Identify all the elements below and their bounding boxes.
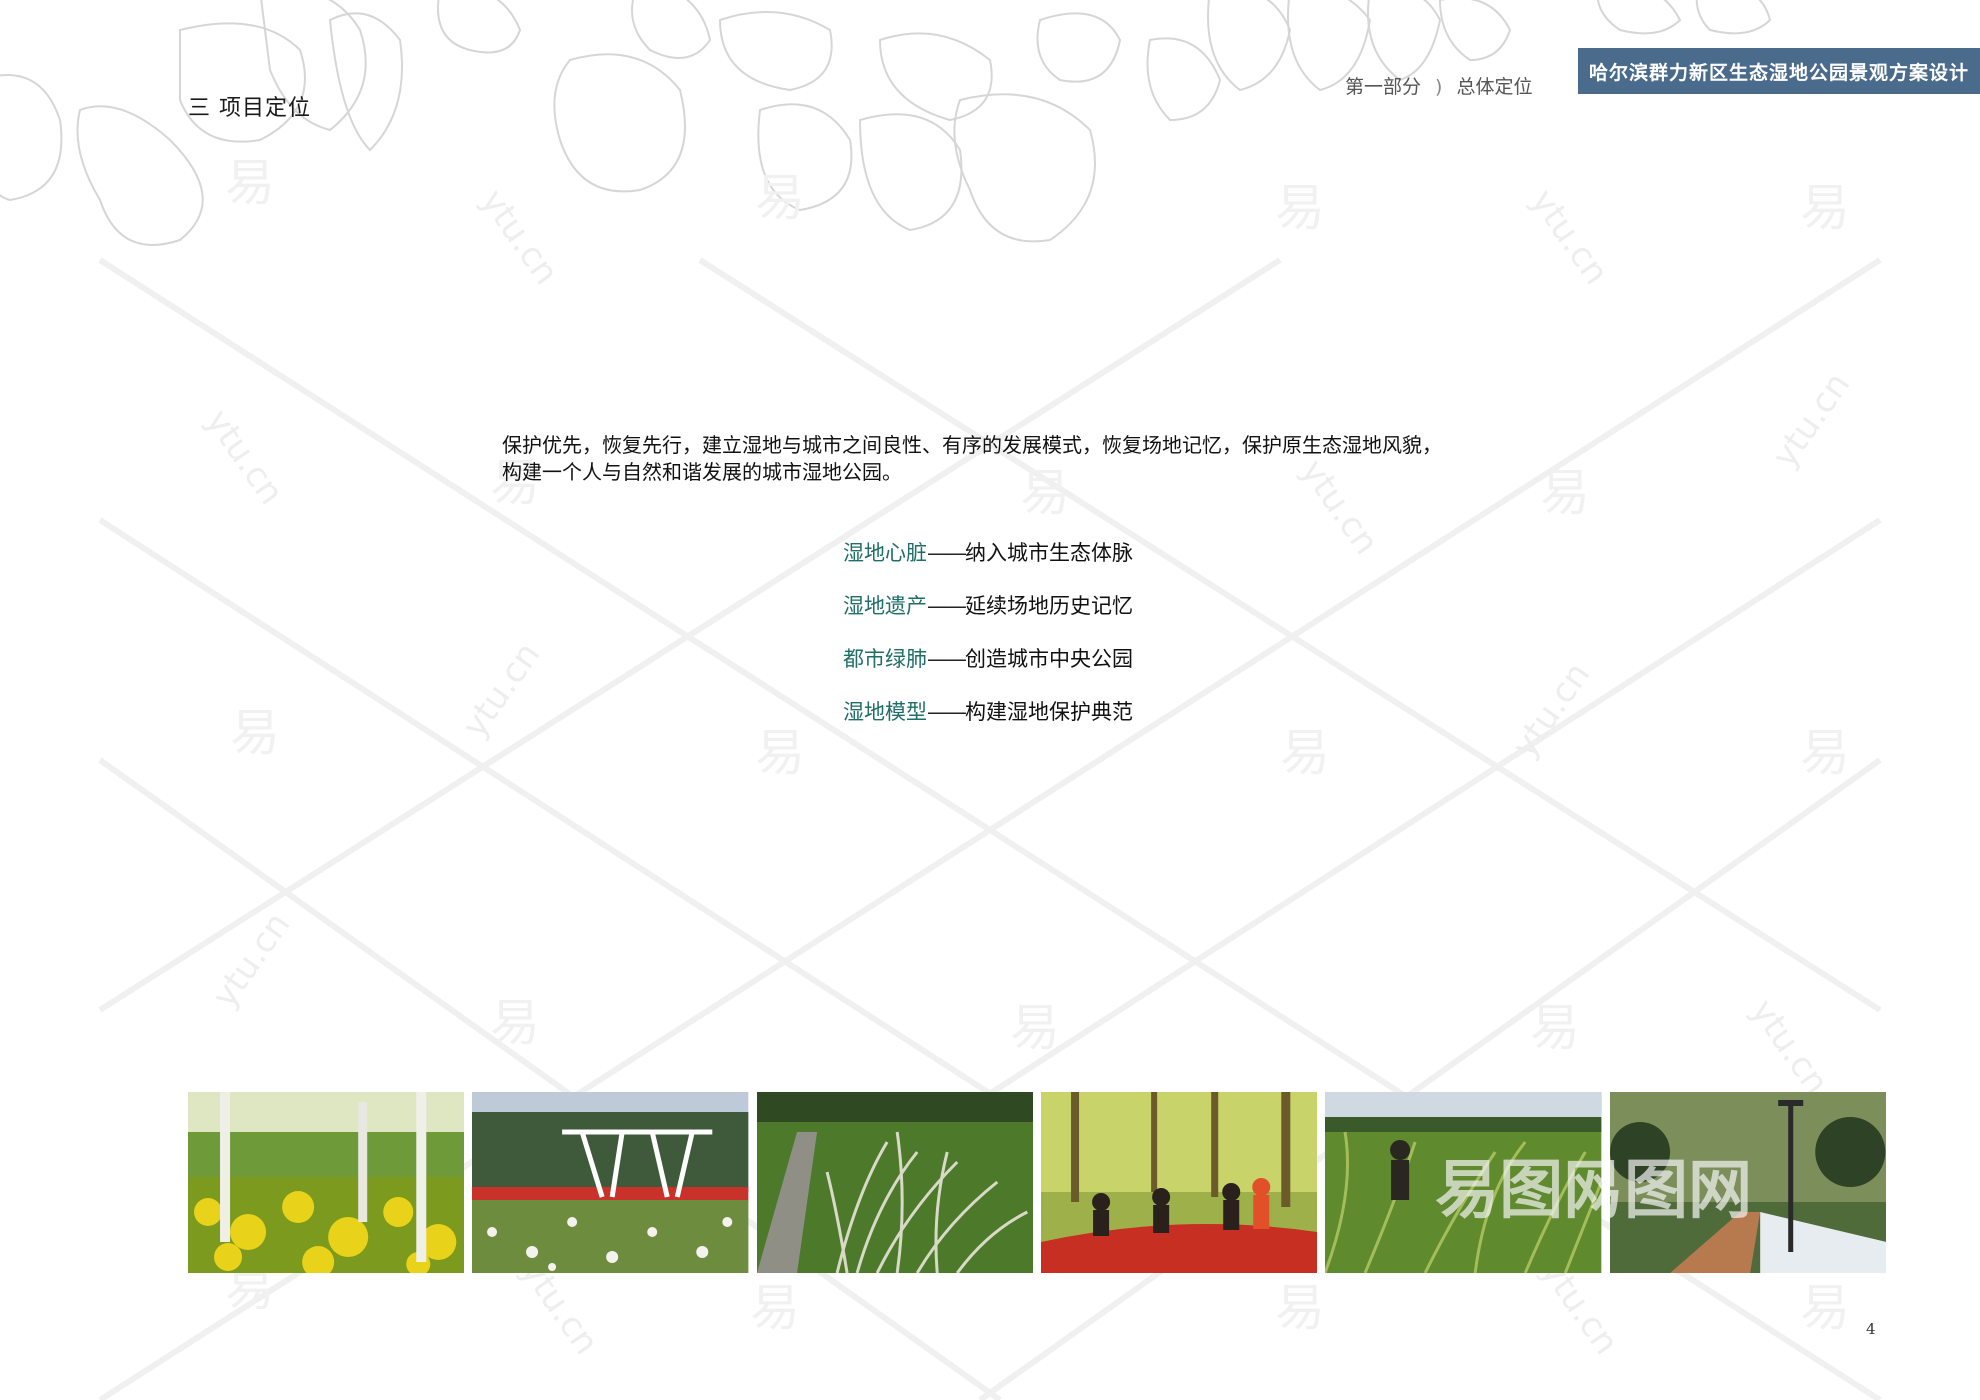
objective-key: 湿地模型 [843,700,927,724]
watermark-glyph: 易 [1010,999,1060,1057]
watermark-domain: ytu.cn [198,402,292,512]
project-title-banner: 哈尔滨群力新区生态湿地公园景观方案设计 [1578,48,1980,94]
objective-key: 湿地心脏 [843,541,927,565]
objective-description: 创造城市中央公园 [965,647,1133,671]
watermark-glyph: 易 [1530,999,1580,1057]
watermark-glyph: 易 [490,994,540,1052]
photo-strip: 易图网 易图网 [188,1092,1886,1273]
chapter-label: 总体定位 [1456,76,1533,98]
watermark-glyph: 易 [1280,724,1330,782]
photo-tall-grass-path [756,1092,1033,1273]
watermark-glyph: 易 [755,724,805,782]
page-number: 4 [1866,1320,1876,1338]
objective-dash: —— [927,541,967,565]
objective-description: 延续场地历史记忆 [965,594,1133,618]
objective-key: 都市绿肺 [843,647,927,671]
watermark-domain: ytu.cn [455,635,549,745]
watermark-logo-overflow: 易图网 [1610,1154,1752,1228]
photo-boardwalk: 易图网 [1609,1092,1886,1273]
watermark-glyph: 易 [750,1279,800,1337]
objective-item: 都市绿肺——创造城市中央公园 [843,643,1133,696]
watermark-domain: ytu.cn [1765,365,1859,475]
watermark-domain: ytu.cn [205,905,299,1015]
objective-item: 湿地遗产——延续场地历史记忆 [843,590,1133,643]
objective-key: 湿地遗产 [843,594,927,618]
photo-reed-grass: 易图网 [1325,1092,1602,1273]
watermark-logo: 易图网 [1435,1154,1601,1228]
objective-item: 湿地模型——构建湿地保护典范 [843,696,1133,749]
objective-item: 湿地心脏——纳入城市生态体脉 [843,537,1133,590]
objective-description: 纳入城市生态体脉 [965,541,1133,565]
watermark-glyph: 易 [1800,724,1850,782]
statement-line: 保护优先，恢复先行，建立湿地与城市之间良性、有序的发展模式，恢复场地记忆，保护原… [502,433,1442,457]
watermark-glyph: 易 [1275,1279,1325,1337]
photo-red-bench-forest [1040,1092,1318,1273]
part-label: 第一部分 [1345,76,1422,98]
watermark-domain: ytu.cn [1505,655,1599,765]
objective-dash: —— [927,594,967,618]
watermark-domain: ytu.cn [1743,992,1837,1102]
header-breadcrumb: 第一部分) 总体定位 [1345,72,1532,99]
statement-line: 构建一个人与自然和谐发展的城市湿地公园。 [502,460,902,484]
watermark-glyph: 易 [1800,1279,1850,1337]
watermark-glyph: 易 [230,704,280,762]
positioning-objectives: 湿地心脏——纳入城市生态体脉 湿地遗产——延续场地历史记忆 都市绿肺——创造城市… [843,537,1133,749]
photo-canopy-structure [472,1092,749,1273]
objective-dash: —— [927,647,967,671]
section-title: 三 项目定位 [188,96,311,121]
pebble-outline-decoration [0,0,1772,246]
positioning-statement: 保护优先，恢复先行，建立湿地与城市之间良性、有序的发展模式，恢复场地记忆，保护原… [502,432,1602,486]
objective-description: 构建湿地保护典范 [965,700,1133,724]
photo-yellow-flower-meadow [188,1092,465,1273]
objective-dash: —— [927,700,967,724]
breadcrumb-separator: ) [1435,76,1443,98]
